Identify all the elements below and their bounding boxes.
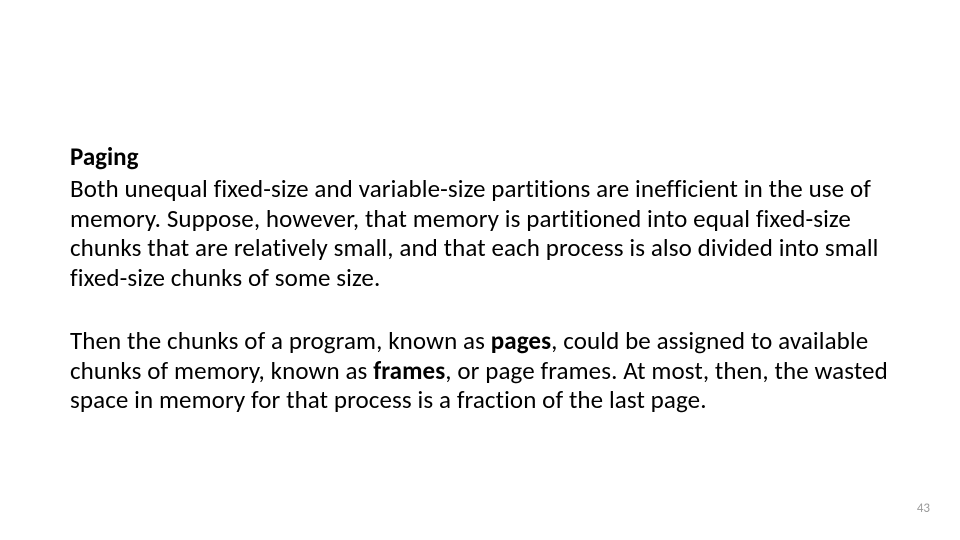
paragraph-2: Then the chunks of a program, known as p…: [70, 326, 900, 415]
paragraph-1: Both unequal fixed-size and variable-siz…: [70, 174, 900, 292]
slide-content: Paging Both unequal fixed-size and varia…: [70, 142, 900, 415]
p2-text-a: Then the chunks of a program, known as: [70, 325, 491, 356]
p2-bold-frames: frames: [373, 355, 445, 386]
p2-bold-pages: pages: [491, 325, 551, 356]
section-heading: Paging: [70, 142, 900, 172]
page-number: 43: [917, 501, 930, 516]
